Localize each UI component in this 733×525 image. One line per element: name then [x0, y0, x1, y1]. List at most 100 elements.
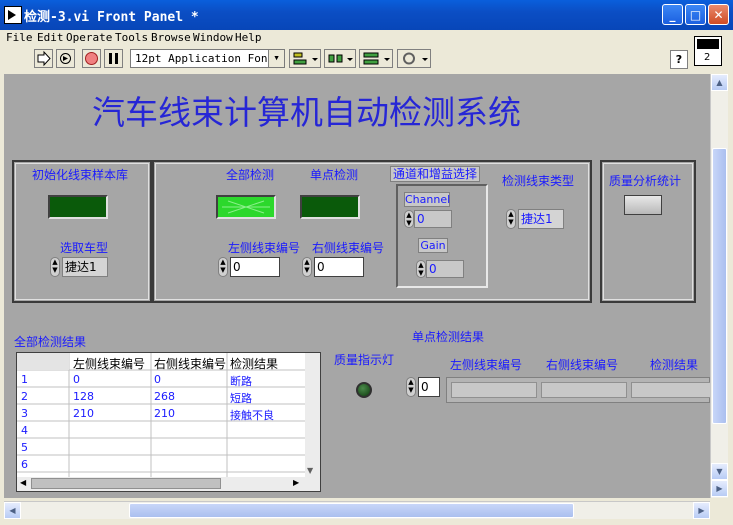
channel-gain-label: 通道和增益选择	[390, 166, 480, 182]
harness-type-label: 检测线束类型	[502, 174, 575, 188]
channel-value[interactable]: 0	[414, 210, 452, 228]
init-library-button[interactable]	[48, 195, 108, 219]
table-row-header: 3	[21, 407, 28, 420]
reorder-button[interactable]	[397, 49, 431, 68]
channel-label: Channel	[404, 192, 451, 207]
left-harness-label: 左侧线束编号	[228, 241, 301, 255]
right-harness-spinner[interactable]: ▲ ▼	[302, 257, 312, 277]
close-button[interactable]: ✕	[708, 4, 729, 25]
table-row-header: 6	[21, 458, 28, 471]
table-vertical-scrollbar[interactable]: ▼	[305, 353, 320, 477]
gain-label: Gain	[418, 238, 448, 253]
table-horizontal-scrollbar[interactable]: ◀ ▶	[17, 477, 320, 491]
full-results-table[interactable]: 左侧线束编号 右侧线束编号 检测结果 1 2 3 4 5 6 0 0 断路 12…	[16, 352, 321, 492]
left-harness-spinner[interactable]: ▲ ▼	[218, 257, 228, 277]
resize-icon	[363, 52, 390, 65]
menu-edit[interactable]: Edit	[37, 31, 64, 44]
connector-pane-icon[interactable]: 2	[694, 36, 722, 66]
front-panel: 汽车线束计算机自动检测系统 初始化线束样本库 选取车型 ▲ ▼ 捷达1 全部检测 …	[4, 74, 710, 498]
channel-spinner[interactable]: ▲ ▼	[404, 210, 414, 228]
menu-file[interactable]: File	[6, 31, 33, 44]
panel-hscroll-thumb[interactable]	[129, 503, 574, 518]
menu-operate[interactable]: Operate	[66, 31, 112, 44]
reorder-icon	[403, 52, 428, 65]
scroll-left-icon[interactable]: ◀	[4, 502, 21, 519]
single-results-index-spinner[interactable]: ▲ ▼	[406, 377, 416, 397]
toolbar: 12pt Application Font ▾	[0, 46, 733, 72]
table-cell[interactable]: 210	[73, 407, 94, 420]
table-row-header: 5	[21, 441, 28, 454]
car-model-spinner[interactable]: ▲ ▼	[50, 257, 60, 277]
window-title: 检测-3.vi Front Panel *	[24, 10, 199, 25]
align-objects-button[interactable]	[289, 49, 321, 68]
scroll-down-icon[interactable]: ▼	[711, 463, 728, 480]
run-continuously-button[interactable]	[56, 49, 75, 68]
minimize-button[interactable]: _	[662, 4, 683, 25]
run-button[interactable]	[34, 49, 53, 68]
table-cell[interactable]: 0	[154, 373, 161, 386]
abort-button[interactable]	[82, 49, 101, 68]
font-dropdown-value: 12pt Application Font	[135, 52, 275, 65]
resize-grip[interactable]	[710, 501, 727, 518]
scroll-right-icon[interactable]: ▶	[293, 478, 299, 487]
right-harness-input[interactable]: 0	[314, 257, 364, 277]
gain-value[interactable]: 0	[426, 260, 464, 278]
font-dropdown[interactable]: 12pt Application Font ▾	[130, 49, 285, 68]
scroll-left-icon[interactable]: ◀	[20, 478, 26, 487]
connector-pane-header	[697, 39, 719, 49]
panel-vscroll-thumb[interactable]	[712, 148, 727, 424]
car-model-ring[interactable]: 捷达1	[62, 257, 108, 277]
single-header-left-harness: 左侧线束编号	[450, 358, 523, 372]
title-bar[interactable]: 检测-3.vi Front Panel * _ □ ✕	[0, 0, 733, 30]
connector-pane-label: 2	[704, 52, 711, 63]
labview-vi-icon	[4, 6, 22, 24]
single-results-label: 单点检测结果	[412, 330, 485, 344]
menu-bar: File Edit Operate Tools Browse Window He…	[0, 30, 733, 46]
single-results-index[interactable]: 0	[418, 377, 440, 397]
scroll-right-icon[interactable]: ▶	[693, 502, 710, 519]
left-harness-input[interactable]: 0	[230, 257, 280, 277]
page-title: 汽车线束计算机自动检测系统	[92, 93, 521, 132]
table-scroll-thumb[interactable]	[31, 478, 221, 489]
align-icon	[293, 52, 318, 65]
quality-indicator-led	[356, 382, 372, 398]
distribute-objects-button[interactable]	[324, 49, 356, 68]
single-test-button[interactable]	[300, 195, 360, 219]
table-header-left-harness: 左侧线束编号	[73, 357, 146, 371]
pause-button[interactable]	[104, 49, 123, 68]
quality-analysis-button[interactable]	[624, 195, 662, 215]
full-test-button[interactable]	[216, 195, 276, 219]
init-library-label: 初始化线束样本库	[32, 168, 129, 182]
menu-help[interactable]: Help	[235, 31, 262, 44]
table-cell[interactable]: 断路	[230, 373, 252, 389]
scroll-down-end-icon[interactable]: ▶	[711, 480, 728, 497]
harness-type-spinner[interactable]: ▲ ▼	[506, 209, 516, 229]
resize-objects-button[interactable]	[359, 49, 393, 68]
scroll-down-icon[interactable]: ▼	[307, 466, 313, 475]
chevron-down-icon: ▾	[268, 50, 284, 67]
panel-vertical-scrollbar[interactable]: ▲ ▼ ▶	[710, 74, 728, 498]
menu-tools[interactable]: Tools	[115, 31, 148, 44]
scroll-up-icon[interactable]: ▲	[711, 74, 728, 91]
table-row-header: 2	[21, 390, 28, 403]
table-cell[interactable]: 128	[73, 390, 94, 403]
table-cell[interactable]: 268	[154, 390, 175, 403]
table-cell[interactable]: 0	[73, 373, 80, 386]
context-help-button[interactable]: ?	[670, 50, 688, 69]
run-arrow-icon	[37, 50, 51, 67]
single-result-left-harness-field[interactable]	[451, 382, 537, 398]
channel-gain-cluster: Channel ▲ ▼ 0 Gain ▲ ▼ 0	[396, 184, 488, 288]
harness-type-ring[interactable]: 捷达1	[518, 209, 564, 229]
table-cell[interactable]: 短路	[230, 390, 252, 406]
gain-spinner[interactable]: ▲ ▼	[416, 260, 426, 278]
menu-window[interactable]: Window	[193, 31, 233, 44]
table-row-header: 1	[21, 373, 28, 386]
maximize-button[interactable]: □	[685, 4, 706, 25]
single-result-right-harness-field[interactable]	[541, 382, 627, 398]
single-result-status-field[interactable]	[631, 382, 710, 398]
menu-browse[interactable]: Browse	[151, 31, 191, 44]
table-cell[interactable]: 接触不良	[230, 407, 274, 423]
stop-icon	[85, 52, 98, 65]
panel-horizontal-scrollbar[interactable]: ◀ ▶	[4, 501, 710, 519]
table-cell[interactable]: 210	[154, 407, 175, 420]
